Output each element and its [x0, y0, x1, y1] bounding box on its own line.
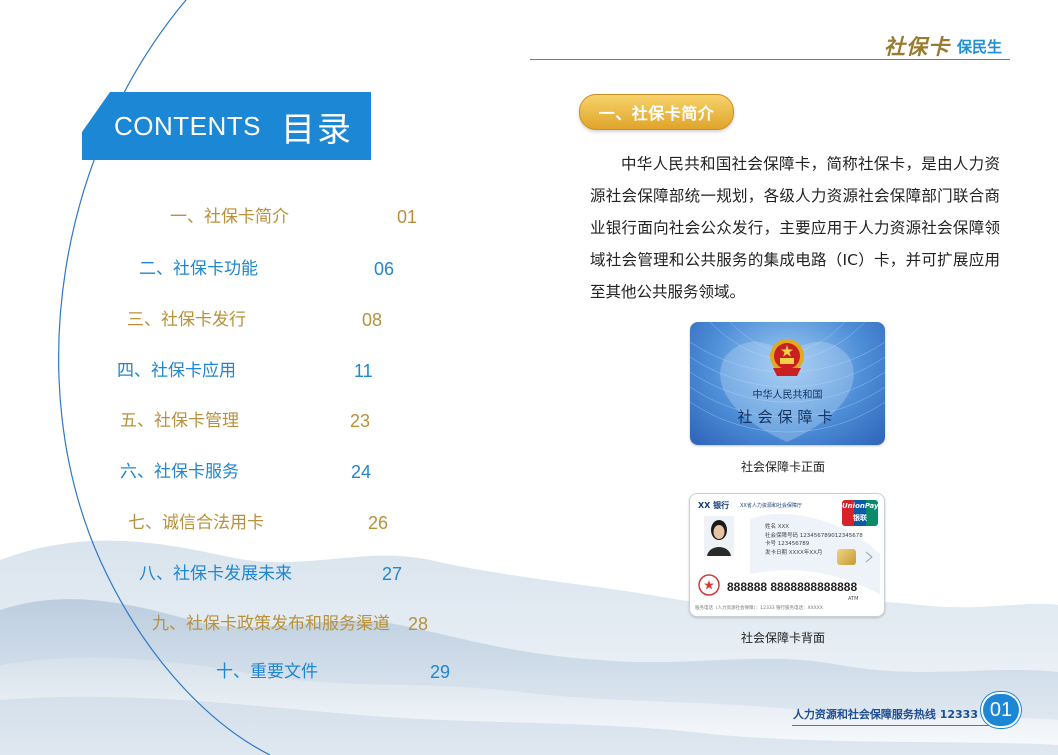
toc-item[interactable]: 八、社保卡发展未来 27 — [0, 561, 440, 587]
card-front-caption: 社会保障卡正面 — [741, 460, 826, 474]
page: 社保卡 保民生 CONTENTS 目录 一、社保卡简介 01 二、社保卡功能 0… — [0, 0, 1058, 755]
unionpay-text-zh: 银联 — [853, 514, 867, 522]
card-info-line: 卡号 123456789 — [765, 541, 810, 547]
card-info-line: 姓名 XXX — [765, 524, 790, 530]
toc-item-title: 三、社保卡发行 — [127, 310, 246, 330]
section-heading: 一、社保卡简介 — [579, 94, 734, 130]
toc-item[interactable]: 五、社保卡管理 23 — [0, 408, 440, 434]
toc-item-page: 29 — [430, 662, 451, 682]
toc-item-page: 08 — [362, 310, 383, 330]
toc-item[interactable]: 一、社保卡简介 01 — [0, 204, 440, 230]
official-seal-icon — [698, 574, 720, 596]
page-number: 01 — [983, 694, 1019, 726]
card-back-bank: XX 银行 — [698, 501, 730, 510]
brand-script: 社保卡 — [884, 34, 950, 59]
toc-item-title: 七、诚信合法用卡 — [128, 513, 264, 533]
card-back-image: XX 银行 XX省人力资源和社会保障厅 UnionPay 银联 姓名 XXX 社… — [689, 493, 885, 617]
toc-item-page: 23 — [350, 411, 371, 431]
footer-hotline-bar: 人力资源和社会保障服务热线 12333 — [792, 705, 992, 726]
toc-item-title: 一、社保卡简介 — [170, 207, 289, 227]
toc-item-title: 四、社保卡应用 — [117, 361, 236, 381]
toc-item-page: 06 — [374, 259, 395, 279]
card-back-caption: 社会保障卡背面 — [741, 631, 826, 645]
toc-item[interactable]: 十、重要文件 29 — [0, 659, 460, 685]
toc-item-title: 九、社保卡政策发布和服务渠道 — [152, 614, 390, 634]
toc-item-title: 五、社保卡管理 — [120, 411, 239, 431]
toc-item[interactable]: 九、社保卡政策发布和服务渠道 28 — [0, 611, 440, 637]
card-info-line: 社会保障号码 123456789012345678 — [765, 532, 863, 539]
header-divider — [530, 59, 1010, 60]
contents-title-zh: 目录 — [281, 109, 353, 150]
card-back-issuer: XX省人力资源和社会保障厅 — [740, 503, 802, 509]
toc-item-title: 二、社保卡功能 — [139, 259, 258, 279]
toc-item-page: 26 — [368, 513, 389, 533]
toc-item-title: 十、重要文件 — [216, 662, 318, 682]
toc-item-page: 24 — [351, 462, 372, 482]
card-back-footer: 服务电话（人力资源社会保障）：12333 银行服务电话：XXXXX — [695, 606, 823, 611]
toc-item-page: 01 — [397, 207, 418, 227]
contents-title-en: CONTENTS — [114, 110, 261, 141]
toc-item[interactable]: 三、社保卡发行 08 — [0, 307, 440, 333]
toc-item-title: 八、社保卡发展未来 — [139, 564, 292, 584]
card-front-title: 社会保障卡 — [737, 408, 838, 426]
toc-item-page: 28 — [408, 614, 429, 634]
section-paragraph: 中华人民共和国社会保障卡，简称社保卡，是由人力资源社会保障部统一规划，各级人力资… — [590, 155, 1000, 301]
footer-hotline: 人力资源和社会保障服务热线 12333 — [792, 708, 978, 721]
toc-item-title: 六、社保卡服务 — [120, 462, 239, 482]
toc-item[interactable]: 四、社保卡应用 11 — [0, 358, 440, 384]
contents-banner: CONTENTS 目录 — [82, 92, 371, 160]
card-front-country: 中华人民共和国 — [752, 390, 823, 401]
toc-item[interactable]: 二、社保卡功能 06 — [0, 256, 440, 282]
cardholder-photo — [704, 516, 734, 556]
toc-item[interactable]: 七、诚信合法用卡 26 — [0, 510, 440, 536]
card-chip-icon — [837, 549, 856, 565]
card-atm-label: ATM — [848, 596, 859, 602]
national-emblem-icon — [770, 339, 804, 376]
unionpay-text: UnionPay — [842, 502, 878, 510]
toc-item[interactable]: 六、社保卡服务 24 — [0, 459, 440, 485]
toc-item-page: 27 — [382, 564, 403, 584]
card-number: 888888 8888888888888 — [727, 580, 858, 594]
toc-item-page: 11 — [354, 361, 373, 381]
card-front-image: 中华人民共和国 社会保障卡 — [690, 322, 885, 445]
brand-logo: 社保卡 保民生 — [884, 30, 1002, 62]
chevron-right-icon — [865, 551, 873, 563]
brand-tag: 保民生 — [957, 37, 1003, 56]
